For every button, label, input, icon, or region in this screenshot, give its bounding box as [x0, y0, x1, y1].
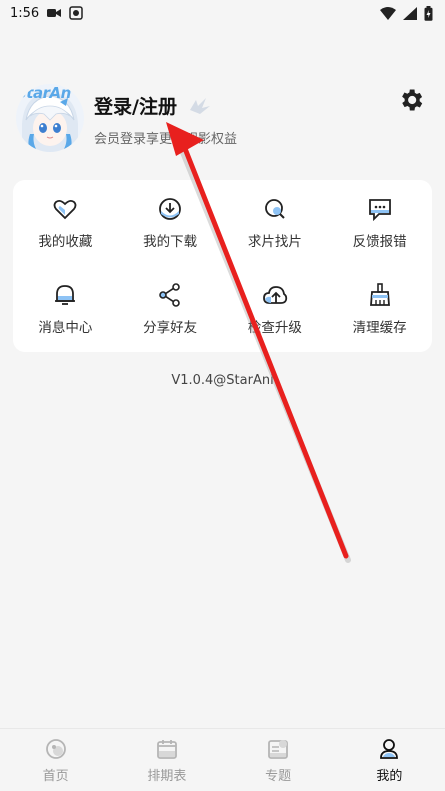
avatar-logo: StarAn: [16, 84, 71, 102]
faded-logo-icon: [186, 96, 214, 119]
settings-gear-icon[interactable]: [397, 86, 425, 114]
avatar[interactable]: StarAn: [16, 84, 84, 152]
broom-icon: [369, 283, 390, 306]
feedback-icon: [368, 199, 391, 222]
bottom-nav: 首页 排期表 专题 我的: [0, 728, 445, 791]
menu-downloads[interactable]: 我的下载: [118, 180, 223, 266]
menu-messages[interactable]: 消息中心: [13, 266, 118, 352]
nav-mine[interactable]: 我的: [334, 729, 445, 791]
menu-label: 我的下载: [143, 234, 198, 250]
nav-label: 专题: [265, 768, 292, 784]
menu-label: 我的收藏: [38, 234, 93, 250]
heart-icon: [53, 199, 77, 220]
nav-label: 我的: [376, 768, 403, 784]
download-icon: [159, 198, 182, 220]
menu-label: 消息中心: [38, 320, 93, 336]
nav-topics[interactable]: 专题: [223, 729, 334, 791]
nav-label: 排期表: [147, 768, 187, 784]
menu-clear-cache[interactable]: 清理缓存: [327, 266, 432, 352]
menu-label: 清理缓存: [352, 320, 407, 336]
menu-share[interactable]: 分享好友: [118, 266, 223, 352]
status-time: 1:56: [10, 5, 40, 21]
function-grid: 我的收藏 我的下载 求片找片 反馈报错 消息中心 分享好友 检查升级 清理缓存: [13, 180, 432, 352]
share-icon: [159, 283, 180, 307]
search-icon: [264, 199, 285, 219]
login-subtitle: 会员登录享更多观影权益: [94, 132, 238, 147]
nav-schedule[interactable]: 排期表: [111, 729, 222, 791]
screen-record-icon: [69, 6, 83, 20]
menu-label: 反馈报错: [352, 234, 407, 250]
wifi-icon: [380, 6, 396, 20]
signal-icon: [403, 6, 417, 20]
menu-label: 检查升级: [247, 320, 302, 336]
cloud-upload-icon: [262, 286, 288, 304]
status-bar: 1:56: [0, 0, 445, 26]
menu-favorites[interactable]: 我的收藏: [13, 180, 118, 266]
nav-label: 首页: [42, 768, 69, 784]
menu-label: 分享好友: [143, 320, 198, 336]
app-version: V1.0.4@StarAni: [171, 373, 274, 388]
menu-label: 求片找片: [247, 234, 302, 250]
camera-icon: [47, 9, 62, 17]
bell-icon: [55, 285, 76, 305]
user-icon: [380, 738, 399, 759]
menu-check-update[interactable]: 检查升级: [223, 266, 328, 352]
login-register-link[interactable]: 登录/注册: [94, 92, 177, 119]
nav-home[interactable]: 首页: [0, 729, 111, 791]
menu-request-video[interactable]: 求片找片: [223, 180, 328, 266]
menu-feedback[interactable]: 反馈报错: [327, 180, 432, 266]
calendar-icon: [156, 739, 177, 759]
profile-header: StarAn 登录/注册 会员登录享更多观影权益: [16, 84, 431, 154]
home-icon: [45, 738, 66, 759]
battery-icon: [424, 5, 433, 21]
topic-icon: [268, 739, 289, 759]
